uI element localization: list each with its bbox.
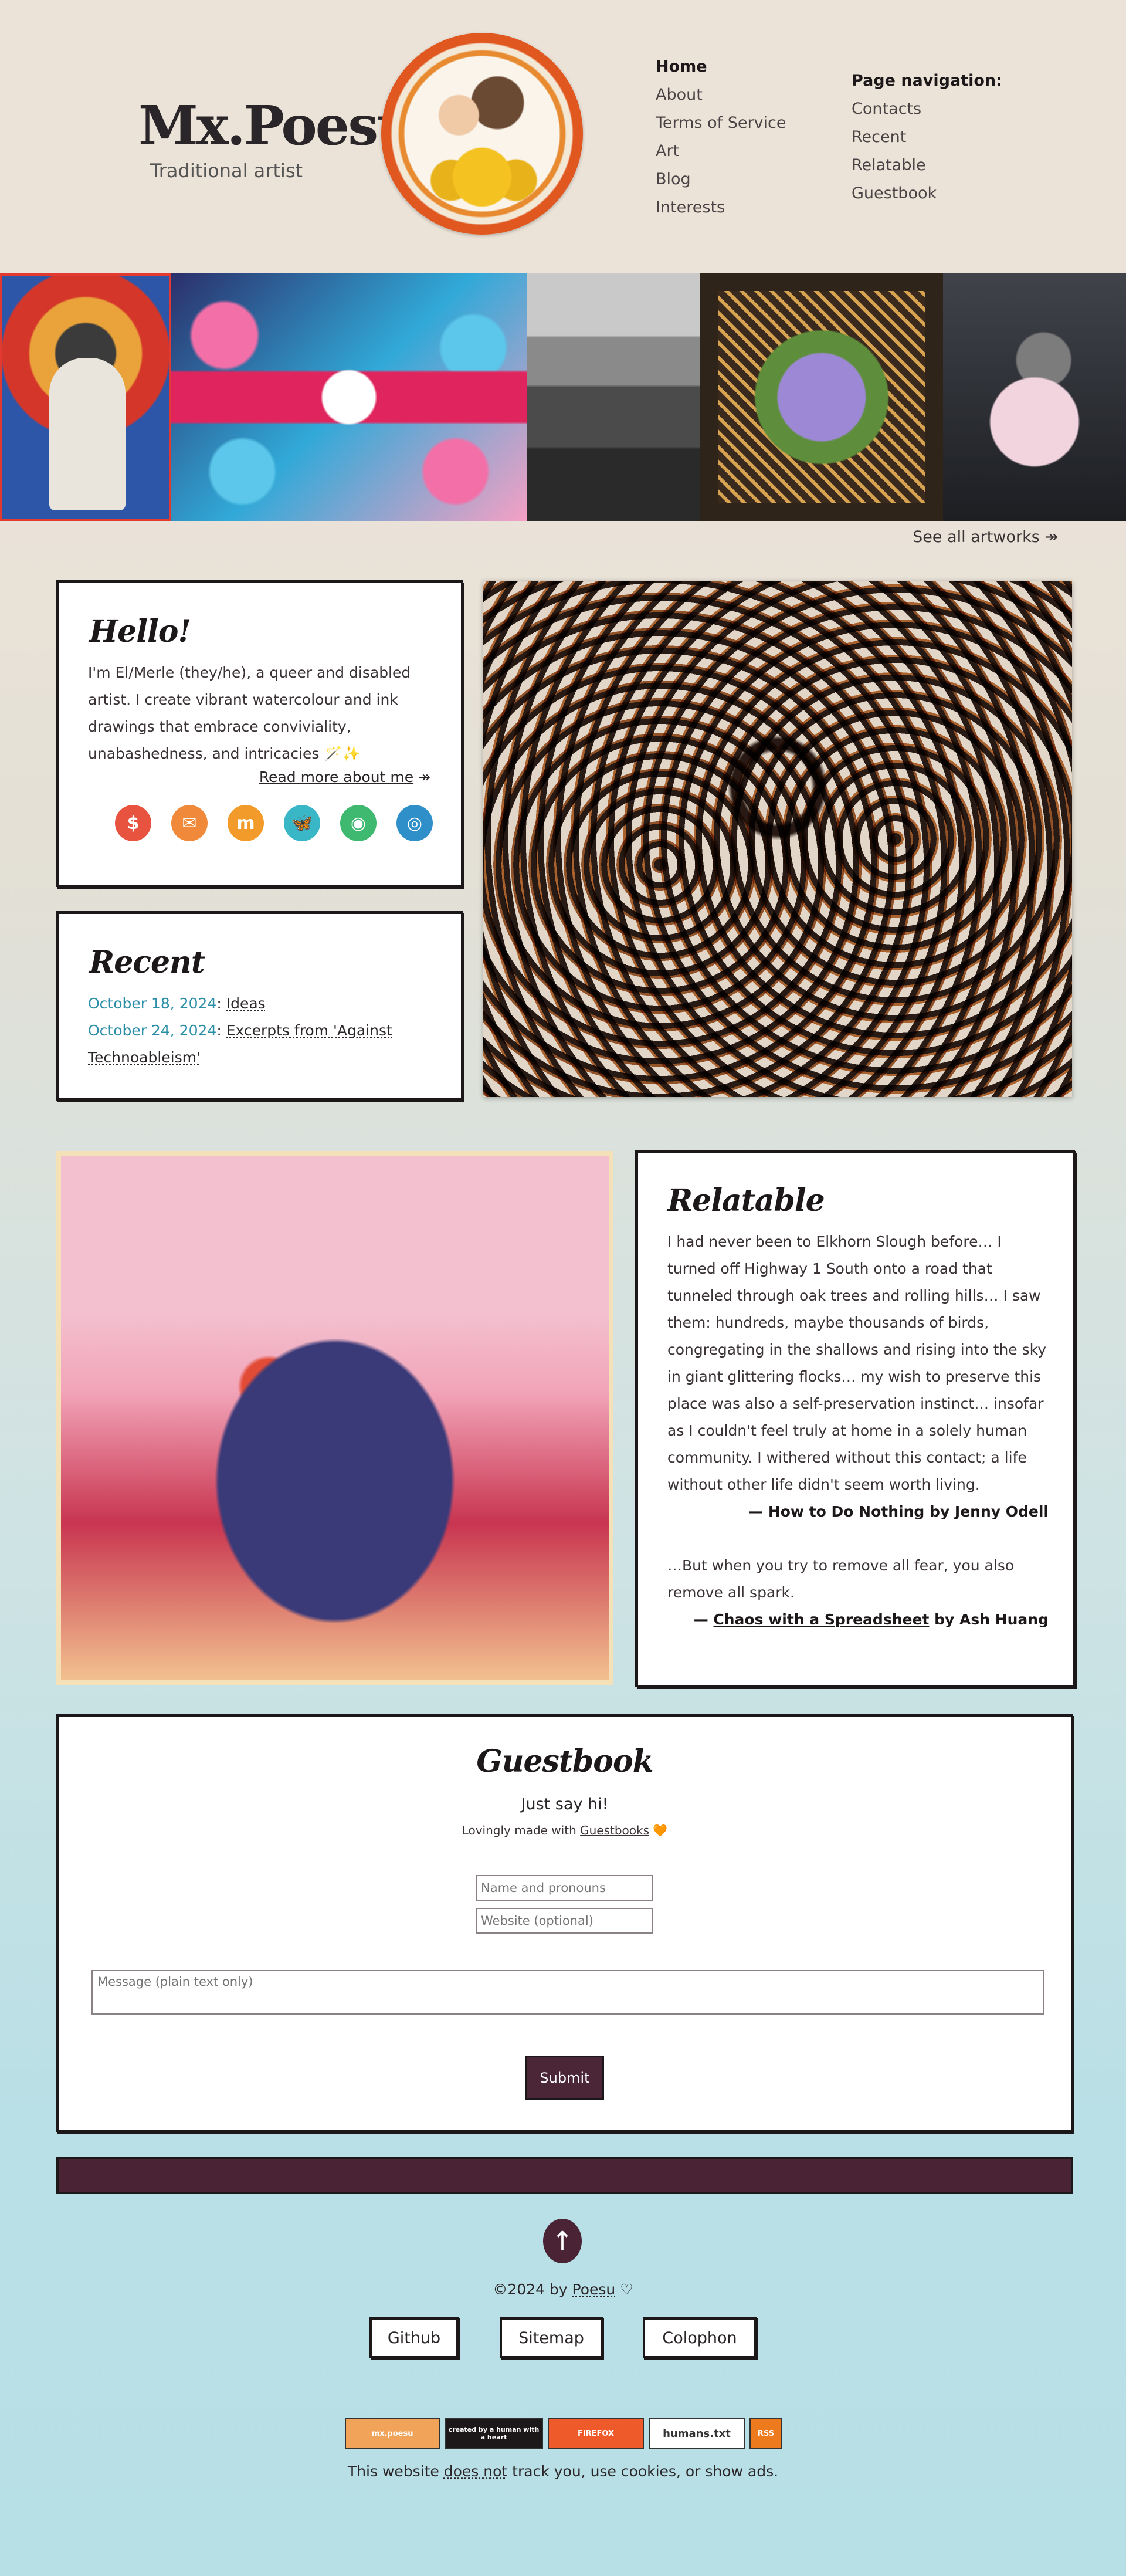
copyright-link[interactable]: Poesu: [572, 2281, 616, 2298]
quote-text: I had never been to Elkhorn Slough befor…: [667, 1233, 1047, 1493]
sync-icon[interactable]: ◎: [396, 805, 433, 841]
nav-terms-of-service[interactable]: Terms of Service: [656, 109, 786, 137]
recent-posts-list: October 18, 2024: Ideas October 24, 2024…: [88, 990, 434, 1071]
nav-art[interactable]: Art: [656, 137, 786, 165]
post-link[interactable]: Ideas: [226, 995, 266, 1012]
nav-blog[interactable]: Blog: [656, 165, 786, 194]
artwork-thumbnail[interactable]: [527, 273, 700, 521]
site-subtitle: Traditional artist: [150, 160, 303, 182]
page-nav: Page navigation: Contacts Recent Relatab…: [852, 67, 1002, 208]
hello-text: I'm El/Merle (they/he), a queer and disa…: [88, 664, 411, 762]
quote-citation: — Chaos with a Spreadsheet by Ash Huang: [667, 1606, 1049, 1633]
featured-artwork-serpent[interactable]: [483, 581, 1072, 1097]
name-field[interactable]: [476, 1875, 653, 1901]
heart-icon: 🧡: [649, 1823, 668, 1837]
nav-interests[interactable]: Interests: [656, 194, 786, 222]
privacy-link[interactable]: does not: [444, 2463, 507, 2480]
artwork-thumbnail[interactable]: [0, 273, 171, 521]
nav-home[interactable]: Home: [656, 53, 786, 81]
privacy-note: This website does not track you, use coo…: [0, 2463, 1126, 2480]
artwork-thumbnail[interactable]: [700, 273, 943, 521]
human-made-badge[interactable]: created by a human with a heart: [445, 2418, 543, 2449]
artwork-thumbnail[interactable]: [171, 273, 527, 521]
guestbook-card: Guestbook Just say hi! Lovingly made wit…: [56, 1714, 1073, 2132]
cite-prefix: —: [693, 1611, 714, 1628]
site-badge[interactable]: mx.poesu: [345, 2418, 440, 2449]
list-item: October 24, 2024: Excerpts from 'Against…: [88, 1022, 392, 1066]
back-to-top-button[interactable]: ↑: [543, 2219, 582, 2263]
submit-button[interactable]: Submit: [525, 2056, 604, 2100]
colophon-button[interactable]: Colophon: [643, 2317, 757, 2358]
privacy-prefix: This website: [347, 2463, 444, 2480]
mail-icon[interactable]: ✉: [171, 805, 208, 841]
page-nav-heading: Page navigation:: [852, 72, 1002, 90]
post-date: October 18, 2024: [88, 995, 217, 1012]
list-item: October 18, 2024: Ideas: [88, 995, 266, 1012]
page-nav-contacts[interactable]: Contacts: [852, 95, 1002, 123]
badge-row: mx.poesu created by a human with a heart…: [345, 2418, 782, 2449]
hello-card: Hello! I'm El/Merle (they/he), a queer a…: [56, 581, 463, 887]
mastodon-icon[interactable]: m: [228, 805, 264, 841]
kofi-heart-icon[interactable]: $: [115, 805, 151, 841]
website-field[interactable]: [476, 1908, 653, 1934]
copyright: ©2024 by Poesu ♡: [0, 2281, 1126, 2298]
rss-icon[interactable]: RSS: [749, 2418, 782, 2449]
read-more-link[interactable]: Read more about me ↠: [259, 769, 430, 786]
hello-title: Hello!: [89, 614, 191, 649]
arrow-up-icon: ↑: [551, 2226, 574, 2256]
page-nav-guestbook[interactable]: Guestbook: [852, 180, 1002, 208]
firefox-badge[interactable]: FIREFOX: [548, 2418, 644, 2449]
guestbooks-link[interactable]: Guestbooks: [580, 1823, 649, 1837]
page-nav-relatable[interactable]: Relatable: [852, 151, 1002, 180]
credit-prefix: Lovingly made with: [462, 1823, 581, 1837]
github-button[interactable]: Github: [369, 2317, 459, 2358]
see-all-artworks-link[interactable]: See all artworks ↠: [913, 528, 1058, 546]
heart-icon: ♡: [615, 2281, 633, 2298]
sitemap-button[interactable]: Sitemap: [500, 2317, 603, 2358]
bluesky-icon[interactable]: 🦋: [284, 805, 320, 841]
quote-block: I had never been to Elkhorn Slough befor…: [667, 1228, 1049, 1633]
nav-about[interactable]: About: [656, 81, 786, 109]
quote-text: …But when you try to remove all fear, yo…: [667, 1557, 1015, 1601]
cite-suffix: by Ash Huang: [929, 1611, 1049, 1628]
recent-title: Recent: [89, 945, 205, 980]
copyright-prefix: ©2024 by: [493, 2281, 572, 2298]
guestbook-title: Guestbook: [476, 1744, 653, 1779]
featured-artwork-hill[interactable]: [56, 1151, 613, 1685]
arrow-right-icon: ↠: [413, 769, 430, 786]
humans-txt-badge[interactable]: humans.txt: [649, 2418, 745, 2449]
privacy-suffix: track you, use cookies, or show ads.: [507, 2463, 779, 2480]
relatable-title: Relatable: [667, 1183, 825, 1218]
guestbook-credit: Lovingly made with Guestbooks 🧡: [59, 1823, 1071, 1837]
relatable-card: Relatable I had never been to Elkhorn Sl…: [636, 1151, 1076, 1687]
recent-card: Recent October 18, 2024: Ideas October 2…: [56, 912, 463, 1101]
site-title[interactable]: Mx.Poesu: [138, 94, 416, 157]
message-field[interactable]: [91, 1970, 1044, 2015]
footer-banner: [56, 2157, 1073, 2194]
pixelfed-icon[interactable]: ◉: [340, 805, 377, 841]
site-logo[interactable]: [381, 33, 583, 235]
page-nav-recent[interactable]: Recent: [852, 123, 1002, 151]
social-links: $ ✉ m 🦋 ◉ ◎: [115, 805, 433, 841]
cite-link[interactable]: Chaos with a Spreadsheet: [713, 1611, 929, 1628]
artwork-gallery: [0, 273, 1126, 521]
guestbook-subtitle: Just say hi!: [521, 1795, 609, 1813]
main-nav: Home About Terms of Service Art Blog Int…: [656, 53, 786, 222]
quote-citation: — How to Do Nothing by Jenny Odell: [748, 1503, 1049, 1520]
post-date: October 24, 2024: [88, 1022, 217, 1039]
read-more-label[interactable]: Read more about me: [259, 769, 413, 786]
artwork-thumbnail[interactable]: [943, 273, 1126, 521]
logo-portrait-image: [405, 56, 559, 211]
